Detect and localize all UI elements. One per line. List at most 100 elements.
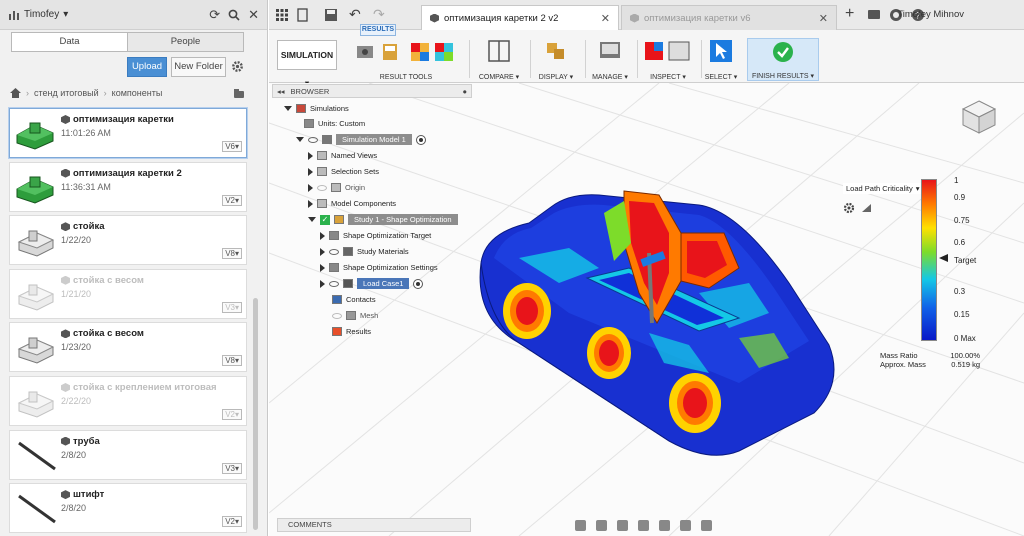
version-selector[interactable]: V2▾ bbox=[222, 194, 242, 206]
expand-toggle-icon[interactable] bbox=[308, 199, 313, 208]
visibility-eye-icon[interactable] bbox=[329, 280, 339, 287]
pin-icon[interactable]: ● bbox=[462, 87, 467, 96]
fit-icon[interactable] bbox=[659, 519, 670, 531]
file-card[interactable]: оптимизация каретки 2 11:36:31 AM V2▾ bbox=[9, 161, 247, 212]
grid-menu-icon[interactable] bbox=[275, 8, 289, 22]
home-icon[interactable] bbox=[10, 88, 21, 98]
legend-options-icon[interactable] bbox=[862, 204, 871, 212]
expand-toggle-icon[interactable] bbox=[320, 247, 325, 256]
upload-button[interactable]: Upload bbox=[127, 57, 167, 77]
compare-group[interactable]: COMPARE ▾ bbox=[474, 38, 524, 81]
breadcrumb-item[interactable]: компоненты bbox=[112, 88, 163, 98]
visibility-eye-icon[interactable] bbox=[317, 184, 327, 191]
file-card[interactable]: стойка с креплением итоговая 2/22/20 V2▾ bbox=[9, 375, 247, 426]
file-card[interactable]: стойка 1/22/20 V8▾ bbox=[9, 215, 247, 266]
grid-settings-icon[interactable] bbox=[701, 519, 712, 531]
scrollbar[interactable] bbox=[253, 298, 258, 530]
refresh-icon[interactable]: ⟳ bbox=[209, 7, 220, 23]
close-icon[interactable]: ✕ bbox=[601, 12, 610, 25]
browser-node[interactable]: Shape Optimization Settings bbox=[320, 261, 438, 274]
expand-toggle-icon[interactable] bbox=[320, 279, 325, 288]
pan-icon[interactable] bbox=[617, 519, 628, 531]
team-switcher[interactable]: Timofey ▾ bbox=[8, 9, 68, 20]
tab-document-active[interactable]: оптимизация каретки 2 v2 ✕ bbox=[421, 5, 619, 30]
tab-document-inactive[interactable]: оптимизация каретки v6 ✕ bbox=[621, 5, 837, 30]
browser-node[interactable]: Units: Custom bbox=[304, 117, 365, 130]
file-card[interactable]: труба 2/8/20 V3▾ bbox=[9, 429, 247, 480]
new-folder-button[interactable]: New Folder bbox=[171, 57, 226, 77]
version-selector[interactable]: V8▾ bbox=[222, 248, 242, 260]
browser-node[interactable]: ✓ Study 1 - Shape Optimization bbox=[308, 213, 458, 226]
version-selector[interactable]: V2▾ bbox=[222, 516, 242, 528]
browser-panel-header[interactable]: ◂◂ BROWSER ● bbox=[272, 84, 472, 98]
browser-node[interactable]: Results bbox=[332, 325, 371, 338]
new-tab-icon[interactable]: + bbox=[845, 5, 859, 22]
browser-node[interactable]: Selection Sets bbox=[308, 165, 379, 178]
breadcrumb-item[interactable]: стенд итоговый bbox=[34, 88, 99, 98]
manage-group[interactable]: MANAGE ▾ bbox=[587, 38, 633, 81]
notifications-icon[interactable] bbox=[867, 8, 881, 22]
version-selector[interactable]: V6▾ bbox=[222, 141, 242, 152]
result-tools-group[interactable]: RESULT TOOLS bbox=[351, 38, 461, 81]
search-icon[interactable] bbox=[228, 9, 240, 21]
graphics-viewport[interactable] bbox=[269, 83, 1024, 536]
version-selector[interactable]: V2▾ bbox=[222, 408, 242, 420]
browser-node[interactable]: Load Case1 bbox=[320, 277, 424, 290]
expand-toggle-icon[interactable] bbox=[320, 263, 325, 272]
user-account[interactable]: Timofey Mihnov bbox=[897, 9, 964, 20]
browser-node[interactable]: Origin bbox=[308, 181, 365, 194]
browser-node[interactable]: Mesh bbox=[332, 309, 378, 322]
version-selector[interactable]: V3▾ bbox=[222, 462, 242, 474]
inspect-group[interactable]: INSPECT ▾ bbox=[639, 38, 697, 81]
close-icon[interactable]: ✕ bbox=[819, 12, 828, 25]
activate-radio-icon[interactable] bbox=[413, 278, 424, 289]
expand-toggle-icon[interactable] bbox=[296, 137, 304, 142]
version-selector[interactable]: V8▾ bbox=[222, 355, 242, 367]
visibility-eye-icon[interactable] bbox=[308, 136, 318, 143]
display-group[interactable]: DISPLAY ▾ bbox=[532, 38, 580, 81]
shape-optimization-model[interactable] bbox=[269, 83, 1024, 536]
browser-node[interactable]: Named Views bbox=[308, 149, 377, 162]
expand-toggle-icon[interactable] bbox=[308, 183, 313, 192]
gear-icon[interactable] bbox=[843, 202, 855, 214]
tab-data[interactable]: Data bbox=[12, 33, 127, 51]
orbit-icon[interactable] bbox=[575, 519, 586, 531]
expand-toggle-icon[interactable] bbox=[320, 231, 325, 240]
display-settings-icon[interactable] bbox=[680, 519, 691, 531]
look-at-icon[interactable] bbox=[596, 519, 607, 531]
folder-options-icon[interactable] bbox=[233, 88, 245, 99]
expand-toggle-icon[interactable] bbox=[308, 151, 313, 160]
activate-radio-icon[interactable] bbox=[415, 134, 426, 145]
undo-icon[interactable]: ↶ bbox=[349, 6, 363, 22]
browser-node[interactable]: Shape Optimization Target bbox=[320, 229, 431, 242]
file-card[interactable]: оптимизация каретки 11:01:26 AM V6▾ bbox=[9, 108, 247, 158]
browser-node[interactable]: Model Components bbox=[308, 197, 396, 210]
file-icon[interactable] bbox=[296, 8, 310, 22]
tab-people[interactable]: People bbox=[127, 33, 243, 51]
workspace-switcher[interactable]: SIMULATION ▾ bbox=[277, 40, 337, 88]
redo-icon[interactable]: ↷ bbox=[373, 6, 387, 22]
visibility-eye-icon[interactable] bbox=[329, 248, 339, 255]
version-selector[interactable]: V3▾ bbox=[222, 301, 242, 313]
save-icon[interactable] bbox=[324, 8, 338, 22]
zoom-icon[interactable] bbox=[638, 519, 649, 531]
legend-selector[interactable]: Load Path Criticality ▾ bbox=[843, 183, 923, 194]
gear-icon[interactable] bbox=[231, 60, 244, 73]
finish-results-button[interactable]: FINISH RESULTS ▾ bbox=[747, 38, 819, 81]
expand-toggle-icon[interactable] bbox=[284, 106, 292, 111]
expand-toggle-icon[interactable] bbox=[308, 167, 313, 176]
browser-node[interactable]: Contacts bbox=[332, 293, 376, 306]
browser-node[interactable]: Simulations bbox=[284, 102, 349, 115]
file-card[interactable]: стойка с весом 1/21/20 V3▾ bbox=[9, 268, 247, 319]
browser-node[interactable]: Simulation Model 1 bbox=[296, 133, 426, 146]
browser-node[interactable]: Study Materials bbox=[320, 245, 409, 258]
expand-toggle-icon[interactable] bbox=[308, 217, 316, 222]
comments-panel[interactable]: COMMENTS bbox=[277, 518, 471, 532]
visibility-eye-icon[interactable] bbox=[332, 312, 342, 319]
file-card[interactable]: штифт 2/8/20 V2▾ bbox=[9, 483, 247, 534]
select-group[interactable]: SELECT ▾ bbox=[703, 38, 739, 81]
view-cube[interactable] bbox=[959, 97, 999, 137]
file-card[interactable]: стойка с весом 1/23/20 V8▾ bbox=[9, 322, 247, 373]
close-icon[interactable]: ✕ bbox=[248, 7, 259, 23]
collapse-icon[interactable]: ◂◂ bbox=[277, 87, 285, 96]
